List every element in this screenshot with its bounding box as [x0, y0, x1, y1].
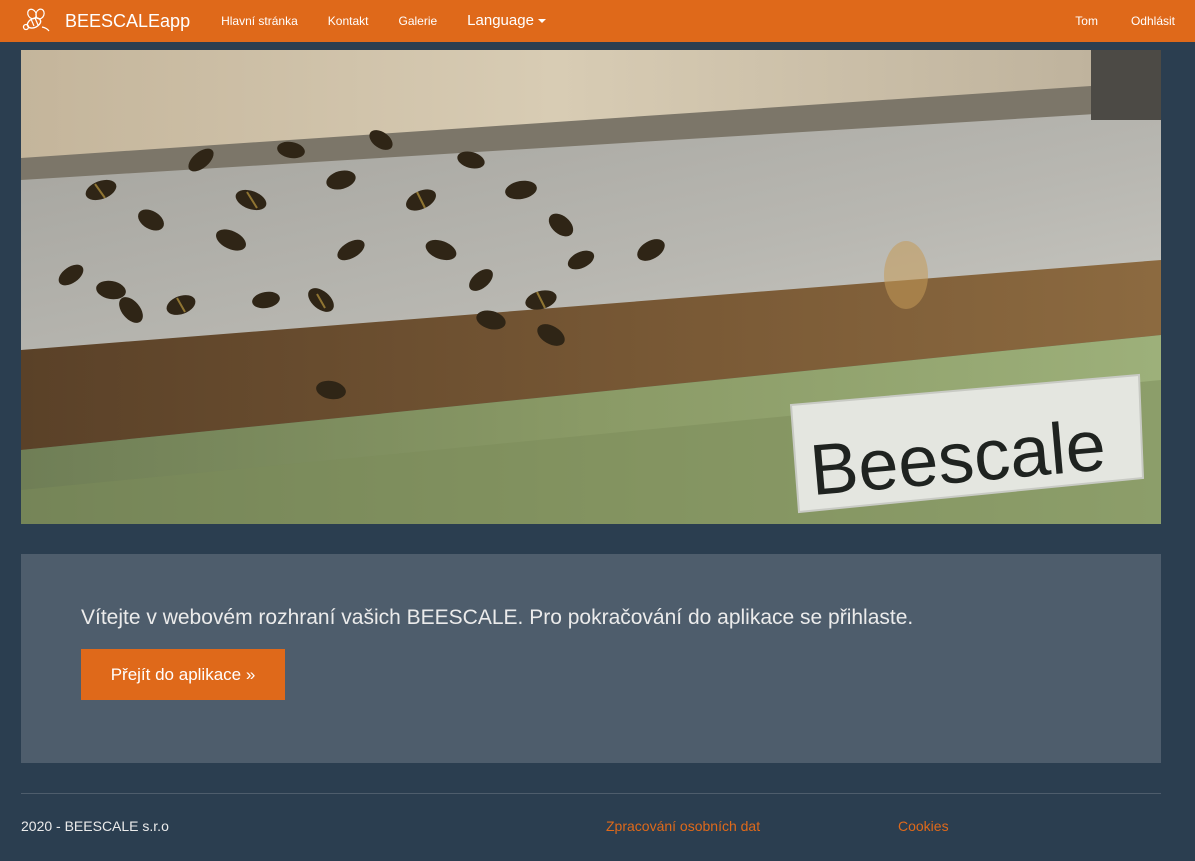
go-to-app-button[interactable]: Přejít do aplikace »	[81, 649, 285, 700]
nav-link-contact[interactable]: Kontakt	[313, 0, 384, 42]
welcome-panel: Vítejte v webovém rozhraní vašich BEESCA…	[21, 554, 1161, 763]
hero-image-bees-beehive: Beescale	[21, 50, 1161, 524]
nav-link-gallery[interactable]: Galerie	[383, 0, 452, 42]
user-nav: Tom Odhlásit	[1042, 0, 1195, 42]
footer-divider	[21, 793, 1161, 794]
language-dropdown[interactable]: Language	[452, 0, 561, 42]
top-navbar: BEESCALEapp Hlavní stránka Kontakt Galer…	[0, 0, 1195, 42]
language-label: Language	[467, 12, 534, 29]
welcome-message: Vítejte v webovém rozhraní vašich BEESCA…	[81, 606, 914, 629]
footer-privacy-link[interactable]: Zpracování osobních dat	[606, 818, 760, 834]
nav-link-home[interactable]: Hlavní stránka	[206, 0, 313, 42]
footer-cookies-link[interactable]: Cookies	[898, 818, 949, 834]
nav-logout-link[interactable]: Odhlásit	[1098, 0, 1175, 42]
footer-copyright: 2020 - BEESCALE s.r.o	[21, 818, 169, 834]
bee-icon	[20, 7, 50, 35]
nav-user-link[interactable]: Tom	[1042, 0, 1098, 42]
main-nav: Hlavní stránka Kontakt Galerie Language	[206, 0, 561, 42]
brand-name: BEESCALEapp	[65, 10, 191, 31]
caret-down-icon	[537, 19, 546, 23]
brand-home-link[interactable]: BEESCALEapp	[0, 0, 190, 42]
